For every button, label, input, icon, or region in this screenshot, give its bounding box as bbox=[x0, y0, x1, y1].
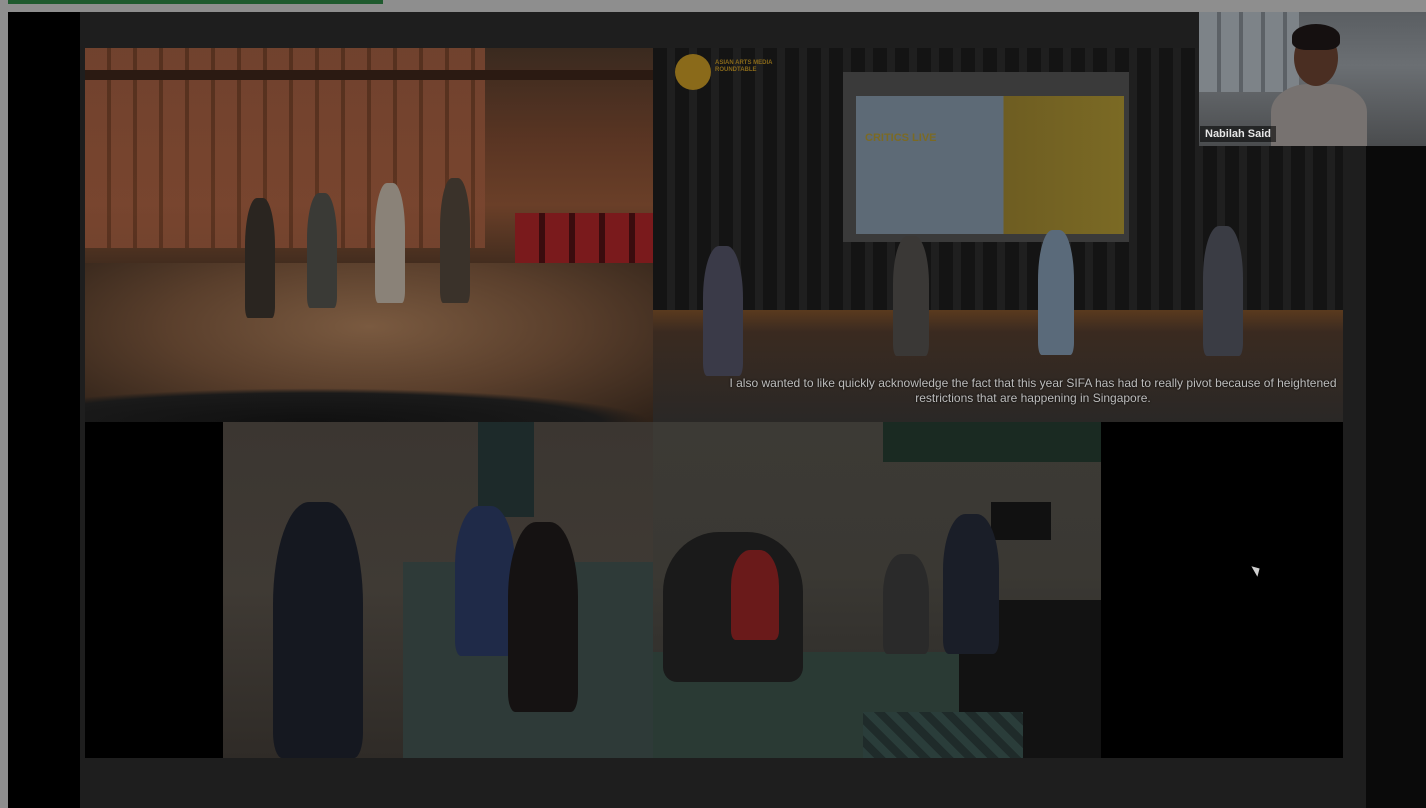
projection-title: CRITICS LIVE bbox=[865, 132, 937, 144]
participant-name-label: Nabilah Said bbox=[1200, 126, 1277, 142]
photo-collage: ASIAN ARTS MEDIA ROUNDTABLE CRITICS LIVE… bbox=[85, 48, 1343, 758]
projection-screen bbox=[856, 96, 1124, 234]
top-progress-bar bbox=[8, 0, 383, 4]
photo-podcast-studio bbox=[653, 422, 1101, 758]
participant-video-tile[interactable]: Nabilah Said bbox=[1199, 12, 1426, 146]
logo-text: ASIAN ARTS MEDIA ROUNDTABLE bbox=[715, 60, 773, 73]
roundtable-logo-icon bbox=[675, 54, 711, 90]
video-caption: I also wanted to like quickly acknowledg… bbox=[729, 376, 1337, 405]
photo-studio-recording bbox=[223, 422, 653, 758]
photo-theatre-panel bbox=[85, 48, 653, 422]
video-call-window: ASIAN ARTS MEDIA ROUNDTABLE CRITICS LIVE… bbox=[0, 0, 1426, 808]
